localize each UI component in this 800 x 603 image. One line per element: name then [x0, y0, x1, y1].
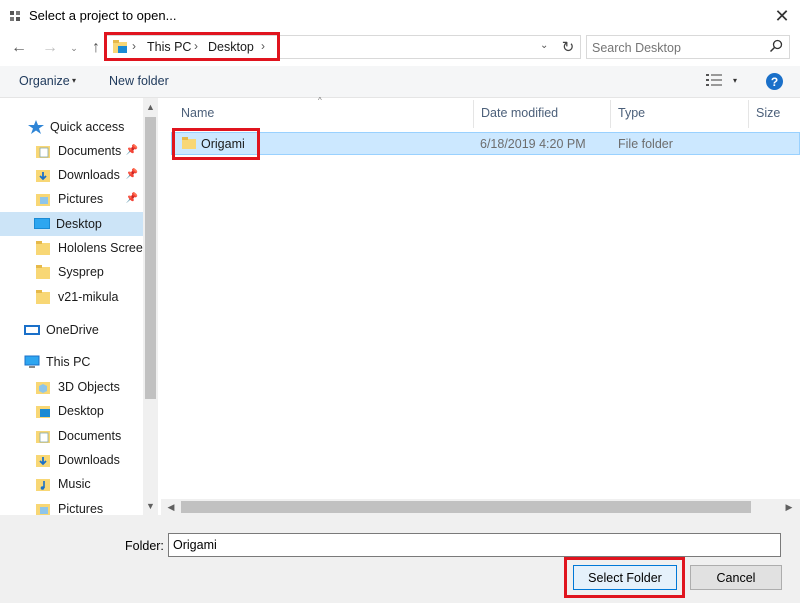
star-icon: [28, 120, 44, 134]
search-input[interactable]: [592, 41, 752, 55]
nav-item-hololens-screens[interactable]: Hololens Screens: [0, 236, 143, 260]
chevron-down-icon[interactable]: ▾: [72, 76, 76, 85]
nav-item-label: Pictures: [58, 502, 104, 515]
file-list-pane: [161, 98, 800, 515]
nav-item-downloads-pinned[interactable]: Downloads 📌: [0, 163, 143, 187]
music-folder-icon: [36, 479, 50, 491]
nav-item-label: Documents: [58, 144, 122, 158]
nav-item-v21-mikula[interactable]: v21-mikula: [0, 285, 143, 309]
nav-item-label: Documents: [58, 429, 122, 443]
computer-icon: [24, 355, 40, 368]
documents-folder-icon: [36, 146, 50, 158]
address-dropdown-button[interactable]: ⌄: [540, 40, 548, 51]
nav-item-desktop-pc[interactable]: Desktop: [0, 399, 143, 423]
column-divider[interactable]: [610, 100, 611, 128]
column-header-type[interactable]: Type: [618, 106, 645, 120]
nav-item-documents-pc[interactable]: Documents: [0, 424, 143, 448]
back-button[interactable]: ←: [9, 38, 29, 58]
address-annotation-highlight: [104, 32, 280, 61]
nav-scroll-thumb[interactable]: [145, 117, 156, 399]
app-icon: [10, 11, 20, 21]
scroll-left-button[interactable]: ◀: [164, 500, 178, 514]
close-button[interactable]: ✕: [768, 4, 796, 28]
view-options-icon[interactable]: [706, 74, 722, 86]
nav-item-label: Downloads: [58, 453, 120, 467]
column-header-date-modified[interactable]: Date modified: [481, 106, 558, 120]
refresh-button[interactable]: ↻: [558, 36, 578, 58]
window-title: Select a project to open...: [29, 8, 177, 23]
nav-item-label: This PC: [46, 355, 91, 369]
folder-field-label: Folder:: [125, 539, 164, 553]
file-date-cell: 6/18/2019 4:20 PM: [480, 137, 586, 151]
pin-icon[interactable]: 📌: [126, 145, 138, 156]
downloads-folder-icon: [36, 455, 50, 467]
column-divider[interactable]: [473, 100, 474, 128]
recent-locations-button[interactable]: ⌄: [64, 38, 84, 58]
nav-item-desktop-quick[interactable]: Desktop: [0, 212, 143, 236]
nav-item-label: 3D Objects: [58, 380, 120, 394]
nav-item-onedrive[interactable]: OneDrive: [0, 318, 143, 342]
nav-item-label: OneDrive: [46, 323, 99, 337]
column-header-size[interactable]: Size: [756, 106, 780, 120]
horizontal-scroll-thumb[interactable]: [181, 501, 751, 513]
folder-icon: [36, 241, 50, 255]
nav-item-label: Hololens Screens: [58, 241, 143, 255]
help-icon[interactable]: ?: [766, 73, 783, 90]
nav-item-label: Downloads: [58, 168, 120, 182]
folder-icon: [36, 265, 50, 279]
pin-icon[interactable]: 📌: [126, 169, 138, 180]
scroll-down-button[interactable]: ▼: [143, 499, 158, 513]
nav-item-label: v21-mikula: [58, 290, 119, 304]
new-folder-button[interactable]: New folder: [109, 74, 169, 88]
file-annotation-highlight: [172, 128, 260, 160]
folder-name-input[interactable]: [168, 533, 781, 557]
nav-item-pictures-pc[interactable]: Pictures: [0, 497, 143, 515]
forward-button[interactable]: →: [40, 38, 60, 58]
pictures-folder-icon: [36, 504, 50, 515]
desktop-folder-icon: [34, 218, 50, 229]
downloads-folder-icon: [36, 170, 50, 182]
scroll-up-button[interactable]: ▲: [143, 100, 158, 114]
sort-ascending-icon: ^: [318, 96, 322, 105]
nav-item-label: Quick access: [50, 120, 125, 134]
desktop-folder-icon: [36, 406, 50, 418]
search-icon[interactable]: [768, 38, 784, 54]
documents-folder-icon: [36, 431, 50, 443]
organize-button[interactable]: Organize: [19, 74, 70, 88]
nav-item-label: Sysprep: [58, 265, 104, 279]
column-header-name[interactable]: Name: [181, 106, 214, 120]
folder-icon: [36, 290, 50, 304]
nav-item-pictures-pinned[interactable]: Pictures 📌: [0, 187, 143, 211]
nav-item-music[interactable]: Music: [0, 472, 143, 496]
pictures-folder-icon: [36, 194, 50, 206]
nav-item-3d-objects[interactable]: 3D Objects: [0, 375, 143, 399]
cancel-button[interactable]: Cancel: [690, 565, 782, 590]
chevron-down-icon[interactable]: ▾: [733, 76, 737, 85]
column-divider[interactable]: [748, 100, 749, 128]
3d-objects-icon: [36, 382, 50, 394]
nav-item-downloads-pc[interactable]: Downloads: [0, 448, 143, 472]
nav-item-label: Music: [58, 477, 91, 491]
scroll-right-button[interactable]: ▶: [782, 500, 796, 514]
nav-item-label: Pictures: [58, 192, 104, 206]
up-button[interactable]: ↑: [86, 38, 106, 58]
select-annotation-highlight: [564, 557, 685, 598]
nav-item-sysprep[interactable]: Sysprep: [0, 260, 143, 284]
nav-item-label: Desktop: [56, 217, 102, 231]
nav-item-this-pc[interactable]: This PC: [0, 350, 143, 374]
onedrive-icon: [24, 325, 40, 335]
nav-item-label: Desktop: [58, 404, 104, 418]
nav-item-documents-pinned[interactable]: Documents 📌: [0, 139, 143, 163]
nav-item-quick-access[interactable]: Quick access: [0, 115, 143, 139]
navigation-pane: Quick access Documents 📌 Downloads 📌 Pic…: [0, 98, 158, 515]
pin-icon[interactable]: 📌: [126, 193, 138, 204]
file-type-cell: File folder: [618, 137, 673, 151]
